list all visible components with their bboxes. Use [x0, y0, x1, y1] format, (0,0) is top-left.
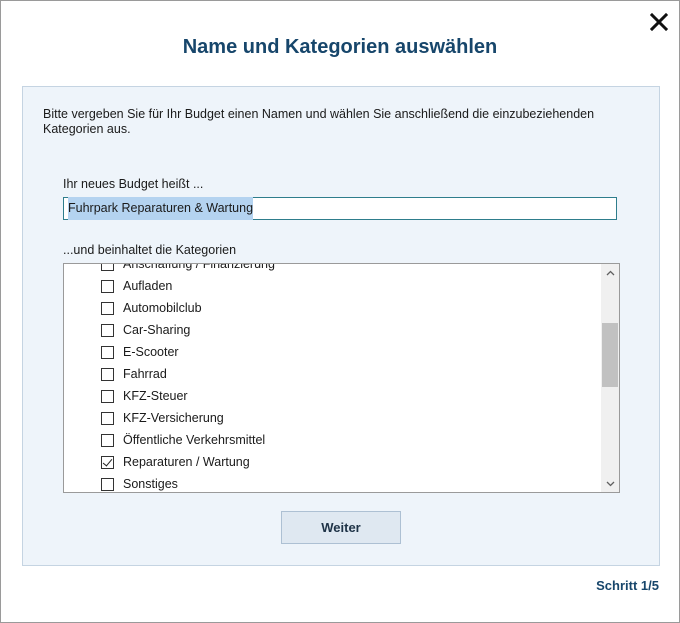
category-item[interactable]: Fahrrad	[64, 363, 600, 385]
category-checkbox[interactable]	[101, 411, 114, 425]
chevron-down-icon	[606, 481, 614, 486]
category-list-items: Anschaffung / Finanzierung Aufladen Automo…	[64, 263, 600, 492]
category-label: Reparaturen / Wartung	[123, 455, 250, 469]
scroll-down-button[interactable]	[601, 475, 619, 492]
category-label: Automobilclub	[123, 301, 202, 315]
category-item[interactable]: KFZ-Versicherung	[64, 407, 600, 429]
category-label: Öffentliche Verkehrsmittel	[123, 433, 266, 447]
category-checkbox[interactable]	[101, 301, 114, 315]
budget-name-label: Ihr neues Budget heißt ...	[63, 177, 204, 191]
category-checkbox[interactable]	[101, 367, 114, 381]
close-icon	[650, 13, 668, 31]
next-button[interactable]: Weiter	[281, 511, 401, 544]
category-checkbox[interactable]	[101, 477, 114, 491]
budget-name-input[interactable]: Fuhrpark Reparaturen & Wartung	[63, 197, 617, 220]
close-button[interactable]	[648, 11, 670, 33]
category-list[interactable]: Anschaffung / Finanzierung Aufladen Automo…	[63, 263, 620, 493]
category-checkbox[interactable]	[101, 455, 114, 469]
category-checkbox[interactable]	[101, 279, 114, 293]
categories-label: ...und beinhaltet die Kategorien	[63, 243, 237, 257]
category-checkbox[interactable]	[101, 433, 114, 447]
category-checkbox[interactable]	[101, 389, 114, 403]
category-label: KFZ-Steuer	[123, 389, 188, 403]
category-label: KFZ-Versicherung	[123, 411, 224, 425]
category-item[interactable]: Car-Sharing	[64, 319, 600, 341]
category-label: E-Scooter	[123, 345, 179, 359]
category-item[interactable]: Reparaturen / Wartung	[64, 451, 600, 473]
dialog-title: Name und Kategorien auswählen	[182, 36, 498, 58]
category-item[interactable]: E-Scooter	[64, 341, 600, 363]
category-label: Sonstiges	[123, 477, 178, 491]
category-label: Anschaffung / Finanzierung	[123, 263, 275, 271]
scroll-up-button[interactable]	[601, 264, 619, 281]
intro-text: Bitte vergeben Sie für Ihr Budget einen …	[43, 107, 595, 136]
category-label: Car-Sharing	[123, 323, 191, 337]
category-item[interactable]: Automobilclub	[64, 297, 600, 319]
category-item[interactable]: Öffentliche Verkehrsmittel	[64, 429, 600, 451]
category-item[interactable]: Sonstiges	[64, 473, 600, 492]
category-item[interactable]: Anschaffung / Finanzierung	[64, 263, 600, 275]
budget-dialog: Name und Kategorien auswählen Bitte verg…	[0, 0, 680, 623]
budget-name-value: Fuhrpark Reparaturen & Wartung	[68, 197, 254, 220]
category-checkbox[interactable]	[101, 323, 114, 337]
category-checkbox[interactable]	[101, 264, 114, 271]
step-indicator: Schritt 1/5	[596, 578, 659, 593]
category-item[interactable]: Aufladen	[64, 275, 600, 297]
category-checkbox[interactable]	[101, 345, 114, 359]
scrollbar-thumb[interactable]	[602, 323, 618, 387]
content-panel: Bitte vergeben Sie für Ihr Budget einen …	[22, 86, 660, 566]
category-label: Fahrrad	[123, 367, 167, 381]
category-scrollbar[interactable]	[601, 264, 619, 492]
category-item[interactable]: KFZ-Steuer	[64, 385, 600, 407]
chevron-up-icon	[606, 270, 614, 275]
category-label: Aufladen	[123, 279, 173, 293]
